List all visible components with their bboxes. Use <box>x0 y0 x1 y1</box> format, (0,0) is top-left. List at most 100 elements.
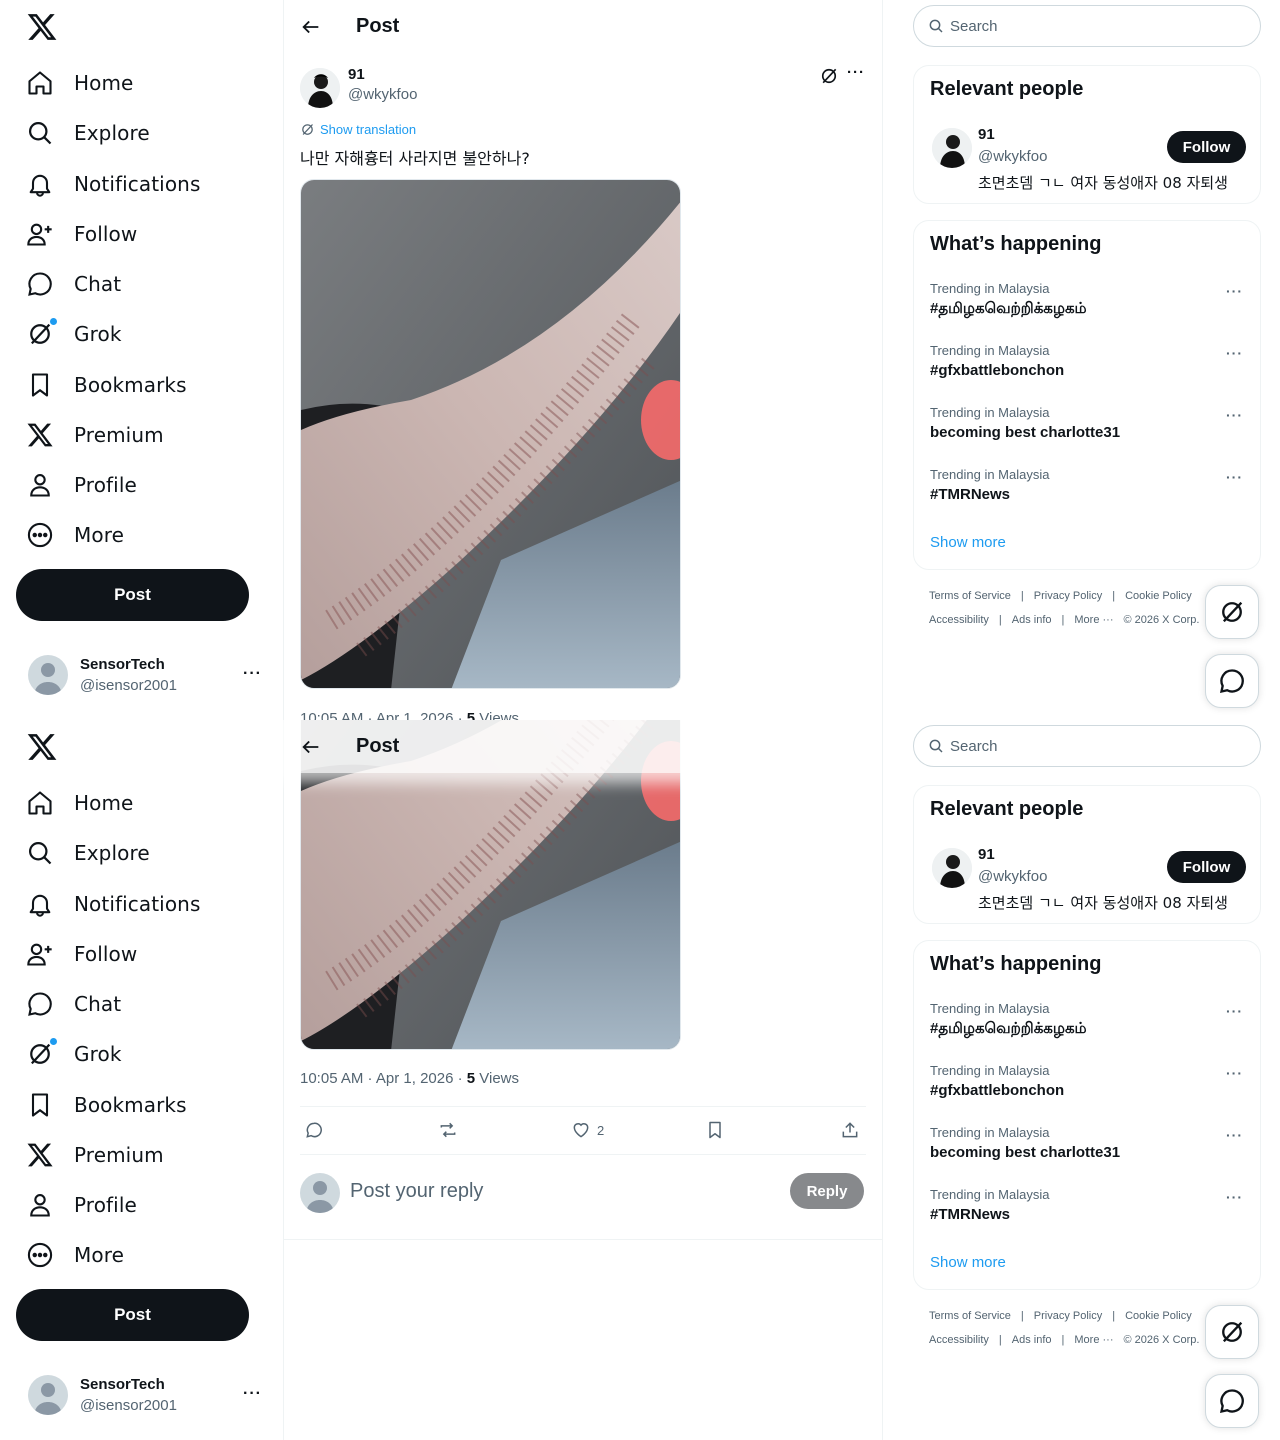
nav-explore[interactable]: Explore <box>26 833 150 873</box>
more-dots-icon[interactable]: ··· <box>847 64 865 81</box>
share-action[interactable] <box>840 1120 860 1140</box>
follow-button[interactable]: Follow <box>1167 851 1246 883</box>
trend-item[interactable]: Trending in Malaysia #தமிழகவெற்றிக்கழகம்… <box>930 281 1246 329</box>
person-add-icon <box>27 943 52 966</box>
relevant-person-name[interactable]: 91 <box>978 846 995 863</box>
more-dots-icon[interactable]: ··· <box>1226 345 1243 361</box>
messages-float-button[interactable] <box>1205 654 1259 708</box>
post-timestamp[interactable]: 10:05 AM · Apr 1, 2026 · <box>300 710 467 720</box>
trend-item[interactable]: Trending in Malaysia #TMRNews ··· <box>930 1187 1246 1235</box>
x-logo-icon[interactable] <box>26 731 58 763</box>
trend-item[interactable]: Trending in Malaysia #தமிழகவெற்றிக்கழகம்… <box>930 1001 1246 1049</box>
more-dots-icon[interactable]: ··· <box>1226 469 1243 485</box>
footer-link[interactable]: Ads info <box>1012 1334 1052 1346</box>
nav-profile[interactable]: Profile <box>26 1185 137 1225</box>
nav-premium[interactable]: Premium <box>26 1135 164 1175</box>
post-button[interactable]: Post <box>16 1289 249 1341</box>
nav-notifications-label: Notifications <box>74 172 201 196</box>
more-dots-icon[interactable]: ··· <box>1226 1065 1243 1081</box>
footer-link[interactable]: Privacy Policy <box>1034 1310 1102 1322</box>
divider <box>300 1154 866 1155</box>
footer-link[interactable]: Cookie Policy <box>1125 590 1192 602</box>
footer-link[interactable]: Accessibility <box>929 614 989 626</box>
more-dots-icon[interactable]: ··· <box>1226 1127 1243 1143</box>
relevant-people-card: Relevant people 91 @wkykfoo 초면초뎀 ㄱㄴ 여자 동… <box>913 65 1261 204</box>
more-dots-icon[interactable]: ··· <box>1226 407 1243 423</box>
more-dots-icon[interactable]: ··· <box>243 1385 262 1403</box>
show-more-link[interactable]: Show more <box>930 534 1006 551</box>
grok-icon <box>1222 601 1243 623</box>
repost-action[interactable] <box>438 1120 458 1140</box>
more-dots-icon[interactable]: ··· <box>1226 283 1243 299</box>
nav-chat[interactable]: Chat <box>26 264 121 304</box>
nav-more[interactable]: More <box>26 515 124 555</box>
chat-bubble-icon <box>1219 669 1244 694</box>
footer-separator: | <box>1061 614 1065 626</box>
trend-item[interactable]: Trending in Malaysia #gfxbattlebonchon ·… <box>930 343 1246 391</box>
post-image[interactable] <box>300 179 681 689</box>
trend-item[interactable]: Trending in Malaysia becoming best charl… <box>930 405 1246 453</box>
more-dots-icon[interactable]: ··· <box>243 665 262 683</box>
nav-home[interactable]: Home <box>26 63 133 103</box>
nav-bookmarks[interactable]: Bookmarks <box>26 365 187 405</box>
nav-grok[interactable]: Grok <box>26 1034 122 1074</box>
author-name[interactable]: 91 <box>348 66 365 83</box>
footer-link[interactable]: Terms of Service <box>929 1310 1011 1322</box>
reply-action[interactable] <box>304 1120 324 1140</box>
more-dots-icon[interactable]: ··· <box>1226 1189 1243 1205</box>
trend-item[interactable]: Trending in Malaysia #gfxbattlebonchon ·… <box>930 1063 1246 1111</box>
more-dots-icon[interactable]: ··· <box>1226 1003 1243 1019</box>
show-more-link[interactable]: Show more <box>930 1254 1006 1271</box>
post-meta: 10:05 AM · Apr 1, 2026 · 5 Views <box>300 710 519 720</box>
relevant-person-name[interactable]: 91 <box>978 126 995 143</box>
nav-more-label: More <box>74 1243 124 1267</box>
account-switcher[interactable]: SensorTech @isensor2001 ··· <box>28 653 268 701</box>
avatar[interactable] <box>932 128 972 168</box>
nav-grok[interactable]: Grok <box>26 314 122 354</box>
nav-bookmarks[interactable]: Bookmarks <box>26 1085 187 1125</box>
follow-button[interactable]: Follow <box>1167 131 1246 163</box>
footer-link[interactable]: Privacy Policy <box>1034 590 1102 602</box>
footer-link[interactable]: Terms of Service <box>929 590 1011 602</box>
x-logo-icon[interactable] <box>26 11 58 43</box>
reply-input[interactable]: Post your reply <box>350 1180 483 1203</box>
post-button[interactable]: Post <box>16 569 249 621</box>
nav-profile[interactable]: Profile <box>26 465 137 505</box>
grok-icon[interactable] <box>819 66 839 86</box>
footer-link[interactable]: More ··· <box>1074 1334 1113 1346</box>
nav-notifications[interactable]: Notifications <box>26 164 200 204</box>
grok-float-button[interactable] <box>1205 1305 1259 1359</box>
back-arrow-icon[interactable] <box>300 736 322 758</box>
avatar[interactable] <box>932 848 972 888</box>
bookmark-action[interactable] <box>705 1120 725 1140</box>
nav-more[interactable]: More <box>26 1235 124 1275</box>
nav-home[interactable]: Home <box>26 783 133 823</box>
nav-chat[interactable]: Chat <box>26 984 121 1024</box>
search-input[interactable]: Search <box>913 5 1261 47</box>
nav-premium[interactable]: Premium <box>26 415 164 455</box>
footer-links: Accessibility | Ads info | More ··· © 2026 X … <box>929 1334 1209 1346</box>
footer-link[interactable]: More ··· <box>1074 614 1113 626</box>
author-handle[interactable]: @wkykfoo <box>348 86 417 103</box>
like-action[interactable]: 2 <box>571 1120 604 1140</box>
account-switcher[interactable]: SensorTech @isensor2001 ··· <box>28 1373 268 1421</box>
grok-float-button[interactable] <box>1205 585 1259 639</box>
reply-button[interactable]: Reply <box>790 1173 864 1209</box>
search-input[interactable]: Search <box>913 725 1261 767</box>
post-timestamp[interactable]: 10:05 AM · Apr 1, 2026 · <box>300 1070 467 1087</box>
show-translation-link[interactable]: Show translation <box>300 122 416 137</box>
back-arrow-icon[interactable] <box>300 16 322 38</box>
messages-float-button[interactable] <box>1205 1374 1259 1428</box>
trend-item[interactable]: Trending in Malaysia #TMRNews ··· <box>930 467 1246 515</box>
nav-notifications[interactable]: Notifications <box>26 884 200 924</box>
relevant-person-handle[interactable]: @wkykfoo <box>978 868 1047 885</box>
relevant-person-handle[interactable]: @wkykfoo <box>978 148 1047 165</box>
author-avatar[interactable] <box>300 68 340 108</box>
footer-link[interactable]: Ads info <box>1012 614 1052 626</box>
footer-link[interactable]: Accessibility <box>929 1334 989 1346</box>
footer-link[interactable]: Cookie Policy <box>1125 1310 1192 1322</box>
nav-follow[interactable]: Follow <box>26 214 137 254</box>
nav-explore[interactable]: Explore <box>26 113 150 153</box>
nav-follow[interactable]: Follow <box>26 934 137 974</box>
trend-item[interactable]: Trending in Malaysia becoming best charl… <box>930 1125 1246 1173</box>
